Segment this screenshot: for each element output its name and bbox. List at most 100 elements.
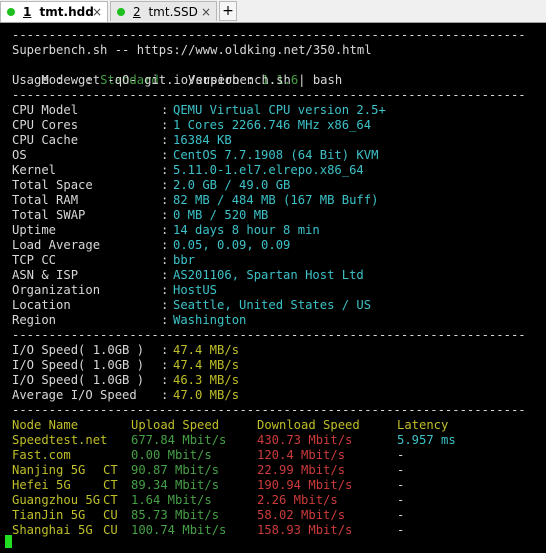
io-value: 47.4 MB/s	[173, 358, 240, 372]
upload-speed: 0.00 Mbit/s	[131, 448, 212, 462]
node-name: Hefei 5G	[12, 478, 71, 492]
node-name: Nanjing 5G	[12, 463, 86, 477]
io-colon: :	[161, 343, 169, 357]
node-name: TianJin 5G	[12, 508, 86, 522]
sysinfo-colon: :	[161, 178, 169, 192]
tab-tmt-hdd[interactable]: 1 tmt.hdd ×	[0, 1, 108, 22]
connection-status-icon	[117, 8, 125, 16]
node-name: Speedtest.net	[12, 433, 108, 447]
node-isp: CU	[103, 523, 118, 537]
sysinfo-label: CPU Model	[12, 103, 79, 117]
tab-label: tmt.SSD	[148, 5, 198, 19]
separator-line: ----------------------------------------…	[12, 328, 526, 342]
separator-line: ----------------------------------------…	[12, 403, 526, 417]
io-value: 47.4 MB/s	[173, 343, 240, 357]
sysinfo-colon: :	[161, 298, 169, 312]
latency-value: -	[397, 448, 405, 462]
io-colon: :	[161, 388, 169, 402]
download-speed: 430.73 Mbit/s	[257, 433, 353, 447]
sysinfo-label: ASN & ISP	[12, 268, 79, 282]
download-speed: 2.26 Mbit/s	[257, 493, 338, 507]
sysinfo-label: Location	[12, 298, 71, 312]
speed-header-row: Node Name Upload Speed Download Speed La…	[12, 418, 448, 433]
col-download-speed: Download Speed	[257, 418, 360, 432]
sysinfo-label: Total RAM	[12, 193, 79, 207]
sysinfo-label: Load Average	[12, 238, 101, 252]
node-isp: CU	[103, 508, 118, 522]
latency-value: -	[397, 463, 405, 477]
sysinfo-colon: :	[161, 253, 169, 267]
latency-value: 5.957 ms	[397, 433, 456, 447]
sysinfo-label: Total SWAP	[12, 208, 86, 222]
sysinfo-colon: :	[161, 268, 169, 282]
sysinfo-value: 82 MB / 484 MB (167 MB Buff)	[173, 193, 379, 207]
usage-line: Usage : wget -qO- git.io/superbench.sh |…	[12, 73, 343, 87]
sysinfo-value: 5.11.0-1.el7.elrepo.x86_64	[173, 163, 364, 177]
sysinfo-value: 1 Cores 2266.746 MHz x86_64	[173, 118, 372, 132]
io-label: I/O Speed( 1.0GB )	[12, 343, 145, 357]
latency-value: -	[397, 493, 405, 507]
download-speed: 158.93 Mbit/s	[257, 523, 353, 537]
close-tab-icon[interactable]: ×	[201, 2, 211, 22]
close-tab-icon[interactable]: ×	[92, 2, 102, 22]
node-isp: CT	[103, 463, 118, 477]
upload-speed: 90.87 Mbit/s	[131, 463, 220, 477]
sysinfo-value: HostUS	[173, 283, 218, 297]
sysinfo-colon: :	[161, 193, 169, 207]
node-name: Fast.com	[12, 448, 71, 462]
latency-value: -	[397, 508, 405, 522]
sysinfo-label: CPU Cache	[12, 133, 79, 147]
sysinfo-colon: :	[161, 118, 169, 132]
io-value: 46.3 MB/s	[173, 373, 240, 387]
sysinfo-colon: :	[161, 238, 169, 252]
sysinfo-colon: :	[161, 148, 169, 162]
sysinfo-colon: :	[161, 103, 169, 117]
node-name: Shanghai 5G	[12, 523, 93, 537]
new-tab-button[interactable]: +	[219, 1, 237, 21]
sysinfo-label: Kernel	[12, 163, 57, 177]
sysinfo-value: 14 days 8 hour 8 min	[173, 223, 320, 237]
tab-number: 1	[23, 5, 32, 19]
io-label: I/O Speed( 1.0GB )	[12, 358, 145, 372]
upload-speed: 677.84 Mbit/s	[131, 433, 227, 447]
download-speed: 22.99 Mbit/s	[257, 463, 346, 477]
tab-number: 2	[133, 5, 141, 19]
io-label: I/O Speed( 1.0GB )	[12, 373, 145, 387]
tab-tmt-ssd[interactable]: 2 tmt.SSD ×	[110, 1, 217, 21]
sysinfo-value: CentOS 7.7.1908 (64 Bit) KVM	[173, 148, 379, 162]
sysinfo-label: CPU Cores	[12, 118, 79, 132]
latency-value: -	[397, 478, 405, 492]
sysinfo-colon: :	[161, 133, 169, 147]
sysinfo-label: Region	[12, 313, 57, 327]
io-colon: :	[161, 373, 169, 387]
sysinfo-label: Total Space	[12, 178, 93, 192]
col-upload-speed: Upload Speed	[131, 418, 220, 432]
sysinfo-colon: :	[161, 163, 169, 177]
download-speed: 190.94 Mbit/s	[257, 478, 353, 492]
download-speed: 58.02 Mbit/s	[257, 508, 346, 522]
connection-status-icon	[7, 8, 15, 16]
sysinfo-value: 0.05, 0.09, 0.09	[173, 238, 291, 252]
sysinfo-value: QEMU Virtual CPU version 2.5+	[173, 103, 386, 117]
tab-label: tmt.hdd	[39, 5, 94, 19]
io-value: 47.0 MB/s	[173, 388, 240, 402]
col-node-name: Node Name	[12, 418, 79, 432]
sysinfo-value: bbr	[173, 253, 196, 267]
sysinfo-value: Washington	[173, 313, 247, 327]
separator-line: ----------------------------------------…	[12, 28, 526, 42]
sysinfo-value: 2.0 GB / 49.0 GB	[173, 178, 291, 192]
col-latency: Latency	[397, 418, 449, 432]
latency-value: -	[397, 523, 405, 537]
upload-speed: 1.64 Mbit/s	[131, 493, 212, 507]
upload-speed: 85.73 Mbit/s	[131, 508, 220, 522]
node-isp: CT	[103, 493, 118, 507]
sysinfo-label: Uptime	[12, 223, 57, 237]
sysinfo-label: TCP CC	[12, 253, 57, 267]
sysinfo-colon: :	[161, 208, 169, 222]
node-name: Guangzhou 5G	[12, 493, 101, 507]
sysinfo-colon: :	[161, 223, 169, 237]
sysinfo-colon: :	[161, 283, 169, 297]
sysinfo-value: 0 MB / 520 MB	[173, 208, 269, 222]
io-colon: :	[161, 358, 169, 372]
terminal-output[interactable]: ----------------------------------------…	[0, 23, 546, 553]
